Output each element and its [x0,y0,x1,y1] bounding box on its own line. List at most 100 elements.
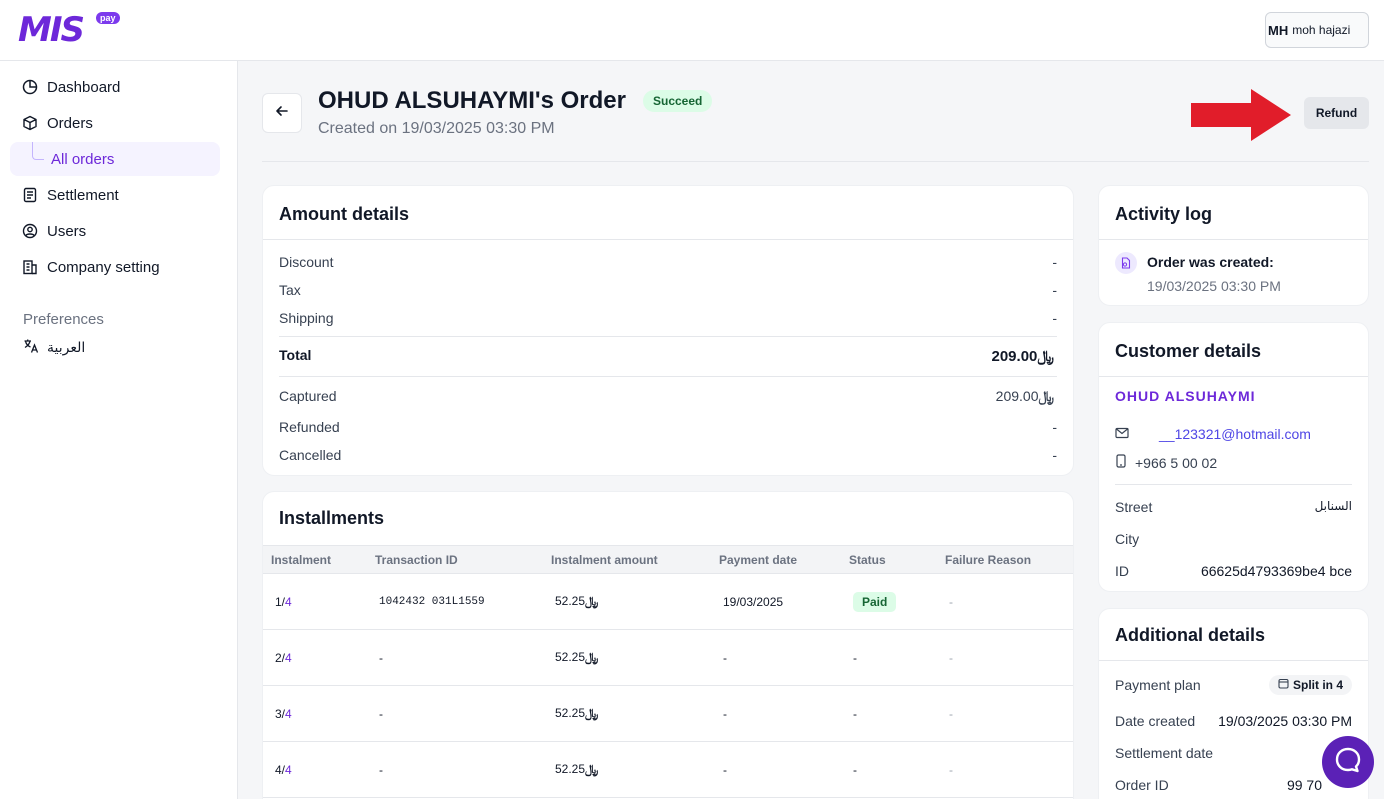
sidebar-item-orders[interactable]: Orders [22,112,93,134]
brand-name: MIS [18,10,85,50]
card-title: Customer details [1115,341,1262,361]
user-menu-button[interactable]: MH moh hajazi [1265,12,1369,48]
sidebar-item-label: Dashboard [47,78,121,96]
sidebar-item-label: All orders [51,151,115,168]
transaction-id: 1042432 031L1559 [367,573,543,630]
table-row: 4/4 - ﷼52.25 - - - [263,741,1073,798]
row-label: Order ID [1115,777,1169,793]
amount-value: 52.25 [555,762,586,776]
row-value: - [1052,419,1057,435]
discount-row: Discount - [279,254,1057,270]
sar-currency-icon: ﷼ [585,706,599,720]
amount-value: 52.25 [555,706,586,720]
instalment-index: 2/ [275,650,286,665]
customer-details-card: Customer details OHUD ALSUHAYMI __123321… [1098,322,1369,592]
instalment-number: 4/4 [263,741,367,798]
instalment-total: 4 [285,650,292,665]
card-title: Amount details [279,204,410,224]
building-icon [22,259,38,275]
row-label: Discount [279,254,334,270]
divider [1099,239,1368,240]
tree-connector [32,142,44,160]
table-row: 1/4 1042432 031L1559 ﷼52.25 19/03/2025 P… [263,573,1073,630]
sidebar-item-company-setting[interactable]: Company setting [22,256,160,278]
transaction-id: - [367,629,543,686]
row-value: السنابل [1314,499,1352,513]
city-row: City [1115,531,1352,547]
captured-row: Captured ﷼209.00 [279,388,1057,405]
sar-currency-icon: ﷼ [585,650,599,664]
row-value: - [1052,310,1057,326]
row-label: City [1115,531,1140,547]
row-label: Cancelled [279,447,342,463]
user-circle-icon [22,223,38,239]
sidebar-item-users[interactable]: Users [22,220,86,242]
payment-date: - [711,629,841,686]
status-cell: Paid [841,573,937,630]
language-toggle[interactable]: العربية [23,338,85,357]
file-icon [1115,252,1137,274]
customer-email[interactable]: __123321@hotmail.com [1159,426,1311,442]
transaction-id: - [367,741,543,798]
column-header: Instalment amount [543,545,711,574]
status-badge: Succeed [643,90,713,112]
brand-logo[interactable]: MIS pay [18,10,120,50]
sar-currency-icon: ﷼ [585,762,599,776]
created-on: Created on 19/03/2025 03:30 PM [318,120,555,137]
status-cell: - [841,685,937,742]
divider [263,239,1073,240]
settlement-date-row: Settlement date [1115,745,1352,761]
sidebar: Dashboard Orders All orders Settlement U… [0,61,238,799]
row-label: Payment plan [1115,677,1201,693]
sidebar-item-dashboard[interactable]: Dashboard [22,76,120,98]
column-header: Transaction ID [367,545,543,574]
back-button[interactable] [262,93,302,133]
failure-reason: - [937,741,1073,798]
refund-button[interactable]: Refund [1304,97,1369,129]
sidebar-item-label: Users [47,222,87,240]
shipping-row: Shipping - [279,310,1057,326]
row-value: 99 70 [1286,777,1322,793]
header-divider [262,161,1369,162]
instalment-total: 4 [285,706,292,721]
row-value: 19/03/2025 03:30 PM [1218,713,1352,729]
transaction-id: - [367,685,543,742]
sar-currency-icon: ﷼ [1038,389,1055,405]
pie-chart-icon [22,79,38,95]
customer-email-row[interactable]: __123321@hotmail.com [1115,426,1311,442]
language-label: العربية [47,339,86,355]
table-row: 2/4 - ﷼52.25 - - - [263,629,1073,686]
divider [1099,660,1368,661]
row-value: ﷼209.00 [996,388,1057,405]
row-value: - [1052,254,1057,270]
row-label: Tax [279,282,301,298]
chat-icon [1334,746,1362,779]
customer-id-row: ID 66625d4793369be4 bce [1115,563,1352,579]
total-row: Total ﷼209.00 [279,347,1057,365]
refunded-row: Refunded - [279,419,1057,435]
instalment-amount: ﷼52.25 [543,741,711,798]
row-label: Shipping [279,310,334,326]
installments-table: Instalment Transaction ID Instalment amo… [263,545,1073,798]
row-value: - [1052,447,1057,463]
instalment-index: 4/ [275,762,286,777]
customer-name[interactable]: OHUD ALSUHAYMI [1115,388,1256,404]
instalment-number: 3/4 [263,685,367,742]
support-chat-button[interactable] [1322,736,1374,788]
payment-plan-chip: Split in 4 [1268,675,1352,695]
row-label: ID [1115,563,1129,579]
box-icon [22,115,38,131]
sidebar-item-settlement[interactable]: Settlement [22,184,119,206]
mail-icon [1115,426,1129,442]
table-row: 3/4 - ﷼52.25 - - - [263,685,1073,742]
row-value: ﷼209.00 [992,347,1058,365]
row-label: Street [1115,499,1153,515]
sidebar-item-all-orders[interactable]: All orders [10,142,220,176]
sidebar-item-label: Company setting [47,258,160,276]
preferences-title: Preferences [23,311,104,328]
sar-currency-icon: ﷼ [1037,347,1054,365]
amount-value: 52.25 [555,594,586,608]
total-amount: 209.00 [991,348,1038,365]
amount-value: 52.25 [555,650,586,664]
divider [1099,376,1368,377]
